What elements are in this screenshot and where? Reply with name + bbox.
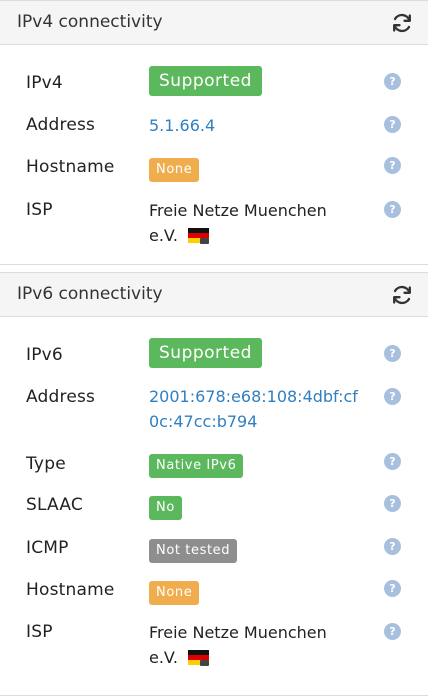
ipv6-slaac-badge: No xyxy=(149,496,182,520)
ipv6-type-value: Native IPv6 xyxy=(149,451,364,478)
ipv4-isp-label: ISP xyxy=(26,200,53,220)
question-circle-icon[interactable]: ? xyxy=(384,345,401,362)
ipv6-icmp-value: Not tested xyxy=(149,536,364,563)
question-circle-icon[interactable]: ? xyxy=(384,388,401,405)
ipv6-address-label: Address xyxy=(26,387,96,407)
ipv6-isp-value: Freie Netze Muenchen e.V. xyxy=(149,620,364,670)
ipv6-hostname-label: Hostname xyxy=(26,580,115,600)
ipv4-hostname-value: None xyxy=(149,155,364,182)
ipv6-supported-badge: Supported xyxy=(149,338,262,368)
germany-flag-icon xyxy=(188,649,209,666)
ipv6-hostname-value: None xyxy=(149,578,364,605)
ipv4-hostname-badge: None xyxy=(149,158,200,182)
ipv4-isp-name-line2: e.V. xyxy=(149,226,178,245)
question-circle-icon[interactable]: ? xyxy=(384,116,401,133)
ipv6-label: IPv6 xyxy=(26,345,63,365)
ipv6-icmp-badge: Not tested xyxy=(149,539,238,563)
ipv6-panel-heading: IPv6 connectivity xyxy=(0,273,428,317)
ipv4-address-value: 5.1.66.4 xyxy=(149,113,364,138)
ipv4-panel-heading: IPv4 connectivity xyxy=(0,1,428,45)
ipv4-label: IPv4 xyxy=(26,73,63,93)
question-circle-icon[interactable]: ? xyxy=(384,538,401,555)
ipv6-address-value: 2001:678:e68:108:4dbf:cf0c:47cc:b794 xyxy=(149,384,364,434)
ipv4-isp-value: Freie Netze Muenchen e.V. xyxy=(149,198,364,248)
ipv6-panel-title: IPv6 connectivity xyxy=(17,284,163,304)
question-circle-icon[interactable]: ? xyxy=(384,580,401,597)
refresh-icon[interactable] xyxy=(390,11,414,35)
ipv4-address-link[interactable]: 5.1.66.4 xyxy=(149,116,215,135)
ipv6-slaac-value: No xyxy=(149,493,364,520)
ipv6-isp-name-line2: e.V. xyxy=(149,648,178,667)
ipv4-address-label: Address xyxy=(26,115,96,135)
ipv6-hostname-badge: None xyxy=(149,581,200,605)
ipv4-support-value: Supported xyxy=(149,66,364,96)
germany-flag-icon xyxy=(188,227,209,244)
question-circle-icon[interactable]: ? xyxy=(384,453,401,470)
ipv4-panel-title: IPv4 connectivity xyxy=(17,12,163,32)
ipv6-address-link[interactable]: 2001:678:e68:108:4dbf:cf0c:47cc:b794 xyxy=(149,387,358,431)
ipv4-isp-name-line1: Freie Netze Muenchen xyxy=(149,201,327,220)
refresh-icon[interactable] xyxy=(390,283,414,307)
ipv6-icmp-label: ICMP xyxy=(26,538,69,558)
ipv6-slaac-label: SLAAC xyxy=(26,495,83,515)
ipv6-support-value: Supported xyxy=(149,338,364,368)
ipv6-isp-label: ISP xyxy=(26,622,53,642)
question-circle-icon[interactable]: ? xyxy=(384,73,401,90)
question-circle-icon[interactable]: ? xyxy=(384,623,401,640)
ipv6-type-label: Type xyxy=(26,454,66,474)
question-circle-icon[interactable]: ? xyxy=(384,495,401,512)
question-circle-icon[interactable]: ? xyxy=(384,157,401,174)
ipv6-type-badge: Native IPv6 xyxy=(149,454,244,478)
ipv4-hostname-label: Hostname xyxy=(26,157,115,177)
question-circle-icon[interactable]: ? xyxy=(384,201,401,218)
ipv4-supported-badge: Supported xyxy=(149,66,262,96)
ipv6-isp-name-line1: Freie Netze Muenchen xyxy=(149,623,327,642)
